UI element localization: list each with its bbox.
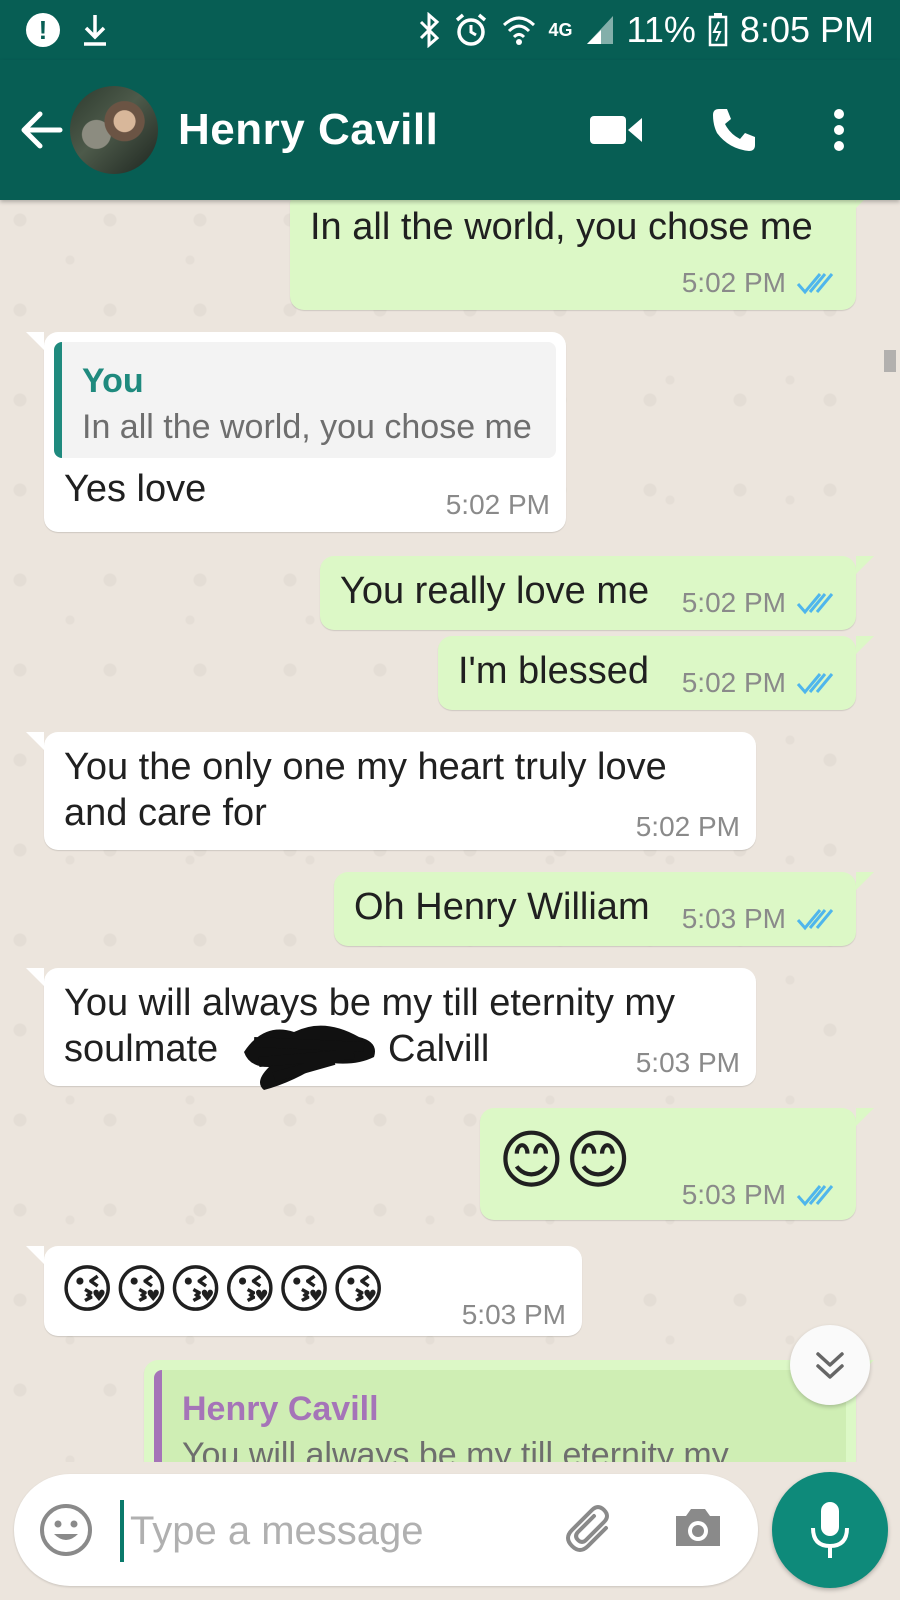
quoted-text: You will always be my till eternity my <box>182 1436 729 1462</box>
attachment-icon[interactable] <box>560 1500 620 1560</box>
alarm-icon <box>455 13 486 46</box>
battery-icon <box>708 13 728 47</box>
phone-icon[interactable] <box>706 102 762 158</box>
text-cursor <box>120 1500 124 1562</box>
message-input-container[interactable] <box>14 1474 758 1586</box>
read-ticks-icon <box>796 1185 834 1207</box>
mic-button[interactable] <box>772 1472 888 1588</box>
message-time: 5:02 PM <box>635 811 740 842</box>
read-ticks-icon <box>796 273 834 295</box>
microphone-icon <box>811 1502 849 1558</box>
read-ticks-icon <box>796 673 834 695</box>
message-text-line-1: You the only one my heart truly love <box>64 746 667 788</box>
bluetooth-icon <box>419 12 439 48</box>
chat-header: Henry Cavill <box>0 60 900 200</box>
scrollbar-thumb[interactable] <box>884 350 896 372</box>
quoted-message[interactable]: You In all the world, you chose me <box>54 342 556 458</box>
emoji-icon[interactable] <box>38 1502 94 1558</box>
message-text: You really love me <box>340 570 650 612</box>
quoted-text: In all the world, you chose me <box>82 408 532 446</box>
quoted-sender: You <box>82 362 144 400</box>
message-time: 5:03 PM <box>681 903 786 934</box>
incoming-message[interactable]: You will always be my till eternity my s… <box>26 968 756 1090</box>
outgoing-message[interactable]: Oh Henry William 5:03 PM <box>334 872 874 946</box>
message-text-line-2: and care for <box>64 792 267 834</box>
message-time: 5:03 PM <box>681 1179 786 1210</box>
message-time: 5:03 PM <box>461 1299 566 1330</box>
message-text: In all the world, you chose me <box>310 206 813 248</box>
double-chevron-down-icon <box>816 1352 844 1379</box>
read-ticks-icon <box>796 593 834 615</box>
status-bar: ! 4G 11% 8:05 PM <box>0 0 900 60</box>
clock: 8:05 PM <box>739 9 874 50</box>
more-options-icon[interactable] <box>824 102 854 158</box>
outgoing-message[interactable]: In all the world, you chose me 5:02 PM <box>290 200 874 310</box>
message-text-line-2-start: soulmate <box>64 1028 219 1070</box>
message-time: 5:02 PM <box>681 667 786 698</box>
message-text: Oh Henry William <box>354 886 650 928</box>
camera-icon[interactable] <box>670 1500 726 1556</box>
download-icon <box>84 15 106 46</box>
contact-name[interactable]: Henry Cavill <box>178 105 438 155</box>
incoming-message[interactable]: You In all the world, you chose me Yes l… <box>26 332 566 532</box>
message-emoji: 😊😊 <box>498 1124 632 1196</box>
incoming-message[interactable]: 😘😘😘😘😘😘 5:03 PM <box>26 1246 582 1336</box>
wifi-icon <box>502 16 535 45</box>
message-time: 5:02 PM <box>681 587 786 618</box>
outgoing-message[interactable]: You really love me 5:02 PM <box>320 556 874 630</box>
redaction-scribble <box>244 1025 375 1090</box>
network-type: 4G <box>548 19 573 40</box>
video-call-icon[interactable] <box>588 102 644 158</box>
input-bar <box>0 1462 900 1600</box>
quoted-message[interactable]: Henry Cavill You will always be my till … <box>154 1370 846 1462</box>
scroll-to-bottom-button[interactable] <box>790 1325 870 1405</box>
message-time: 5:02 PM <box>681 267 786 298</box>
message-time: 5:02 PM <box>445 489 550 520</box>
message-time: 5:03 PM <box>635 1047 740 1078</box>
message-emoji: 😘😘😘😘😘😘 <box>60 1261 386 1319</box>
battery-percent: 11% <box>626 9 696 50</box>
contact-avatar[interactable] <box>70 86 158 174</box>
quoted-sender: Henry Cavill <box>182 1390 379 1428</box>
back-arrow-icon[interactable] <box>16 105 66 155</box>
message-text: I'm blessed <box>458 650 650 692</box>
incoming-message[interactable]: You the only one my heart truly love and… <box>26 732 756 850</box>
signal-icon <box>586 16 613 44</box>
message-text: Yes love <box>64 468 207 510</box>
outgoing-message[interactable]: Henry Cavill You will always be my till … <box>144 1360 874 1462</box>
chat-area[interactable]: In all the world, you chose me 5:02 PM Y… <box>0 200 900 1462</box>
alert-icon: ! <box>26 13 60 47</box>
message-text-line-2-end: Calvill <box>388 1028 490 1070</box>
message-input[interactable] <box>130 1496 530 1566</box>
outgoing-message[interactable]: 😊😊 5:03 PM <box>480 1108 874 1220</box>
outgoing-message[interactable]: I'm blessed 5:02 PM <box>438 636 874 710</box>
read-ticks-icon <box>796 909 834 931</box>
